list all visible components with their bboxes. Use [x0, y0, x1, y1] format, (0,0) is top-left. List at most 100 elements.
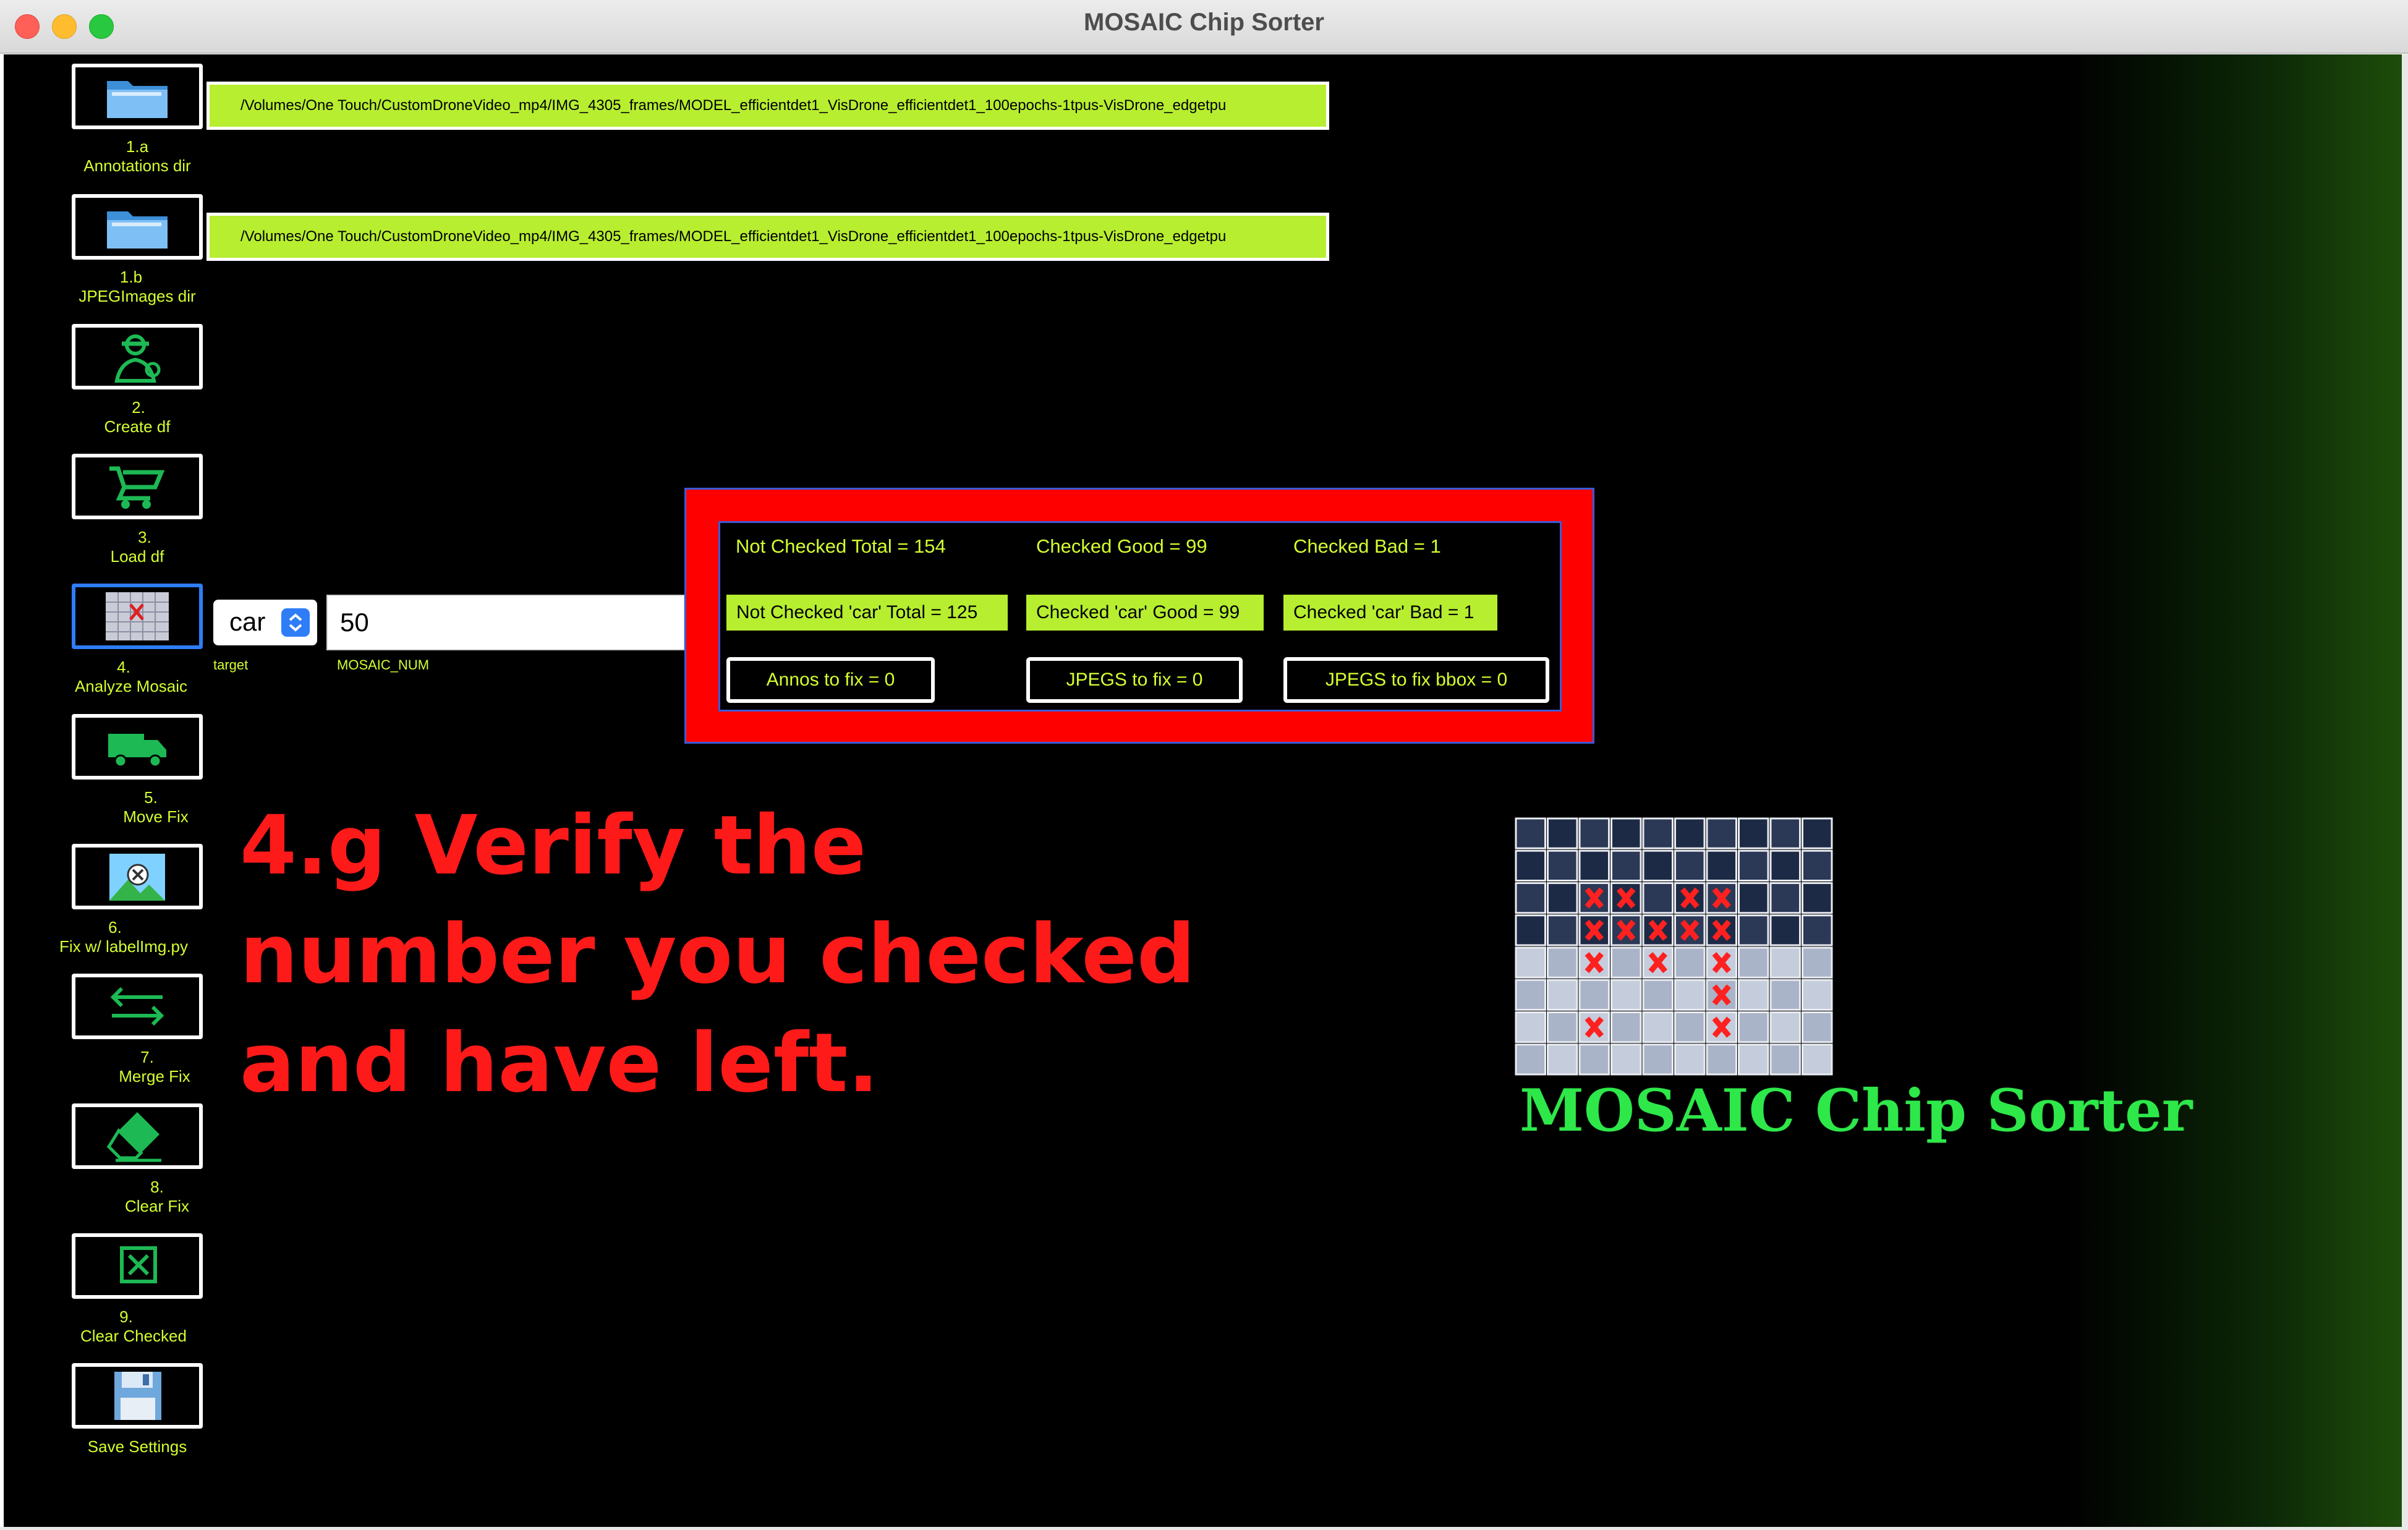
mosaic-tile: [1547, 946, 1578, 979]
fix-labelimg-button[interactable]: [72, 844, 203, 909]
sidebar-item-label: Clear Checked: [80, 1327, 187, 1345]
annotations-dir-field[interactable]: /Volumes/One Touch/CustomDroneVideo_mp4/…: [206, 82, 1329, 130]
mosaic-tile: [1515, 1011, 1546, 1043]
sidebar-item-num: 2.: [132, 398, 145, 417]
folder-icon: [107, 211, 168, 249]
chevron-updown-icon: [281, 608, 310, 637]
mosaic-tile: [1642, 849, 1674, 882]
sidebar-item-num: 5.: [144, 788, 158, 807]
sidebar-item-num: 8.: [150, 1178, 164, 1196]
mosaic-num-caption: MOSAIC_NUM: [337, 657, 430, 673]
mosaic-tile: [1802, 946, 1833, 979]
mosaic-tile: [1515, 914, 1546, 946]
swap-arrows-icon: [110, 987, 164, 1026]
sidebar-item-num: 1.a: [126, 137, 149, 156]
target-select[interactable]: car: [213, 600, 317, 645]
mosaic-tile: [1674, 849, 1706, 882]
mosaic-tile: [1515, 849, 1546, 882]
move-fix-button[interactable]: [72, 714, 203, 780]
sidebar-item-num: 7.: [140, 1048, 154, 1066]
mosaic-logo-image: [1515, 817, 1833, 1076]
sidebar-item-label: Load df: [110, 547, 164, 566]
mosaic-tile: [1706, 1043, 1737, 1076]
create-df-button[interactable]: [72, 324, 203, 389]
x-box-icon: [120, 1246, 157, 1283]
sidebar-item-label: Clear Fix: [124, 1197, 189, 1215]
app-window: MOSAIC Chip Sorter 1.a Annotations dir 1…: [0, 0, 2408, 1530]
mosaic-tile: [1738, 1011, 1769, 1043]
mosaic-tile: [1802, 849, 1833, 882]
sidebar-item-label: Create df: [104, 417, 171, 436]
mosaic-num-input[interactable]: 50: [326, 595, 685, 650]
mosaic-tile: [1578, 817, 1610, 849]
mosaic-tile: [1547, 979, 1578, 1011]
mosaic-tile: [1515, 882, 1546, 914]
mosaic-tile: [1578, 979, 1610, 1011]
sidebar-item-label: Analyze Mosaic: [74, 677, 188, 695]
title-bar: MOSAIC Chip Sorter: [0, 0, 2408, 54]
sidebar-item-label: Annotations dir: [83, 156, 191, 175]
mosaic-tile: [1642, 882, 1674, 914]
mosaic-tile: [1738, 914, 1769, 946]
mosaic-tile: [1610, 1011, 1642, 1043]
mosaic-tile: [1738, 849, 1769, 882]
mosaic-tile: [1769, 979, 1801, 1011]
jpegs-to-fix-button[interactable]: JPEGS to fix = 0: [1026, 657, 1243, 703]
annotations-dir-button[interactable]: [72, 64, 203, 129]
mosaic-tile: [1802, 1011, 1833, 1043]
folder-icon: [107, 81, 168, 118]
mosaic-tile: [1674, 1043, 1706, 1076]
sidebar-item-num: 9.: [119, 1307, 133, 1326]
merge-fix-button[interactable]: [72, 974, 203, 1039]
mosaic-tile: [1610, 946, 1642, 979]
floppy-disk-icon: [114, 1372, 161, 1420]
mosaic-tile: [1769, 1043, 1801, 1076]
mosaic-tile: [1706, 817, 1737, 849]
sidebar-item-num: 1.b: [119, 268, 143, 286]
sidebar-item-num: 3.: [138, 528, 151, 546]
logo-text: MOSAIC Chip Sorter: [1520, 1077, 2193, 1145]
wheelbarrow-icon: [109, 466, 165, 509]
mosaic-tile: [1547, 817, 1578, 849]
mosaic-tile: [1515, 946, 1546, 979]
annos-to-fix-button[interactable]: Annos to fix = 0: [726, 657, 935, 703]
jpegimages-dir-button[interactable]: [72, 194, 203, 260]
instruction-annotation: 4.g Verify the number you checked and ha…: [240, 791, 1229, 1118]
mosaic-tile: [1738, 817, 1769, 849]
load-df-button[interactable]: [72, 454, 203, 519]
mosaic-tile: [1769, 946, 1801, 979]
sidebar-item-label: JPEGImages dir: [79, 287, 196, 305]
mosaic-tile: [1578, 1043, 1610, 1076]
mosaic-tile: [1769, 817, 1801, 849]
mosaic-tile: [1515, 979, 1546, 1011]
annotation-line: and have left.: [240, 1016, 879, 1111]
target-caption: target: [213, 657, 249, 673]
mosaic-tile: [1610, 849, 1642, 882]
mosaic-tile: [1674, 979, 1706, 1011]
mosaic-tile: [1802, 914, 1833, 946]
mosaic-tile: [1642, 1011, 1674, 1043]
mosaic-tile: [1738, 979, 1769, 1011]
mosaic-tile: [1642, 979, 1674, 1011]
checked-car-good: Checked 'car' Good = 99: [1026, 595, 1264, 631]
mosaic-tile: [1674, 946, 1706, 979]
clear-checked-button[interactable]: [72, 1233, 203, 1299]
clear-fix-button[interactable]: [72, 1103, 203, 1169]
mosaic-tile: [1547, 1043, 1578, 1076]
mosaic-tile: [1515, 1043, 1546, 1076]
mosaic-tile: [1642, 817, 1674, 849]
mosaic-tile: [1610, 979, 1642, 1011]
eraser-icon: [106, 1112, 161, 1162]
analyze-mosaic-button[interactable]: [72, 584, 203, 649]
mosaic-tile: [1674, 1011, 1706, 1043]
jpegs-to-fix-bbox-button[interactable]: JPEGS to fix bbox = 0: [1283, 657, 1549, 703]
mosaic-tile: [1769, 882, 1801, 914]
mosaic-tile: [1610, 817, 1642, 849]
target-select-value: car: [229, 607, 266, 636]
window-border: [2402, 54, 2408, 1530]
mosaic-tile: [1547, 882, 1578, 914]
save-settings-button[interactable]: [72, 1363, 203, 1429]
jpegimages-dir-field[interactable]: /Volumes/One Touch/CustomDroneVideo_mp4/…: [206, 213, 1329, 261]
sidebar-item-label: Move Fix: [123, 807, 189, 826]
annotation-line: 4.g Verify the: [240, 798, 867, 893]
